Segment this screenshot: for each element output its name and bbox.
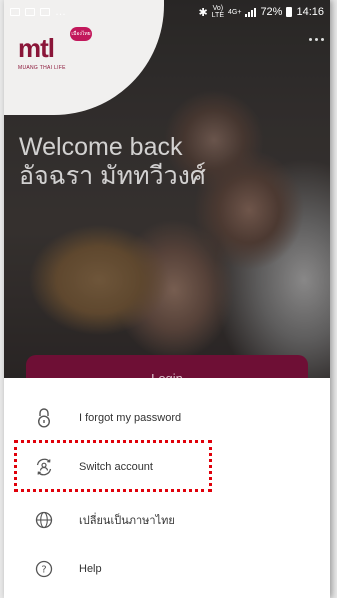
change-language-label: เปลี่ยนเป็นภาษาไทย — [79, 515, 175, 527]
switch-account-icon — [34, 457, 54, 477]
svg-text:?: ? — [41, 565, 46, 576]
app-screen: … ✱ Vo) LTE 4G+ 72% 14:16 mtl เมืองไทย M… — [4, 0, 330, 598]
help-label: Help — [79, 563, 102, 575]
mtl-logo: mtl เมืองไทย MUANG THAI LIFE — [18, 27, 92, 71]
bluetooth-icon: ✱ — [198, 6, 208, 19]
system-status: ✱ Vo) LTE 4G+ 72% 14:16 — [198, 5, 324, 19]
battery-percent: 72% — [260, 6, 283, 18]
more-notifications-icon: … — [55, 6, 66, 18]
logo-subtitle: MUANG THAI LIFE — [18, 65, 66, 71]
clock: 14:16 — [296, 6, 324, 18]
more-options-icon[interactable] — [309, 38, 324, 41]
welcome-heading: Welcome back — [19, 133, 183, 161]
options-bottom-sheet: I forgot my password Switch account เปลี… — [4, 378, 330, 598]
volte-indicator: Vo) LTE — [211, 5, 224, 19]
message-icon — [25, 8, 35, 16]
battery-icon — [286, 7, 293, 17]
forgot-password-label: I forgot my password — [79, 412, 182, 424]
help-icon: ? — [34, 559, 54, 579]
notification-icons: … — [10, 6, 66, 18]
change-language-item[interactable]: เปลี่ยนเป็นภาษาไทย — [4, 496, 330, 544]
device-frame: … ✱ Vo) LTE 4G+ 72% 14:16 mtl เมืองไทย M… — [0, 0, 337, 598]
mail-icon — [40, 8, 50, 16]
lock-icon — [34, 408, 54, 428]
welcome-text: Welcome back อัจฉรา มัททวีวงศ์ — [19, 133, 206, 191]
switch-account-label: Switch account — [79, 461, 153, 473]
forgot-password-item[interactable]: I forgot my password — [4, 394, 330, 442]
gallery-icon — [10, 8, 20, 16]
status-bar: … ✱ Vo) LTE 4G+ 72% 14:16 — [4, 0, 330, 24]
user-name: อัจฉรา มัททวีวงศ์ — [19, 162, 206, 190]
help-item[interactable]: ? Help — [4, 545, 330, 593]
logo-badge: เมืองไทย — [70, 27, 92, 41]
network-type: 4G+ — [228, 8, 242, 16]
globe-icon — [34, 510, 54, 530]
switch-account-item[interactable]: Switch account — [4, 443, 330, 491]
signal-icon — [245, 7, 257, 17]
